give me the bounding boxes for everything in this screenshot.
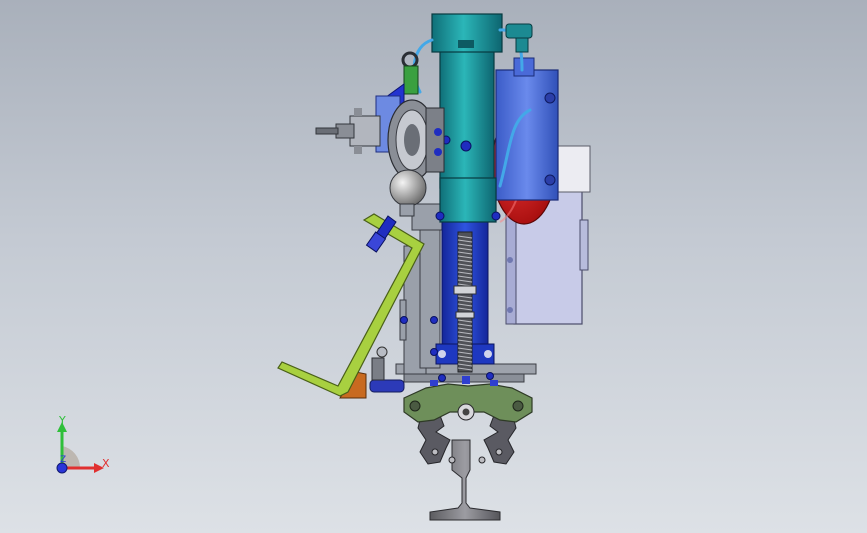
coordinate-triad[interactable] (44, 410, 124, 480)
z-axis-label: Z (60, 455, 67, 465)
clamp-plate[interactable] (403, 383, 533, 423)
hose-fitting-left[interactable] (401, 51, 419, 95)
spindle-disc[interactable] (387, 99, 445, 181)
y-axis-label: Y (59, 414, 66, 427)
hose-fitting-top[interactable] (505, 23, 533, 53)
cad-viewport[interactable] (0, 0, 867, 533)
x-axis-label: X (102, 457, 110, 470)
drive-motor[interactable] (495, 57, 559, 201)
